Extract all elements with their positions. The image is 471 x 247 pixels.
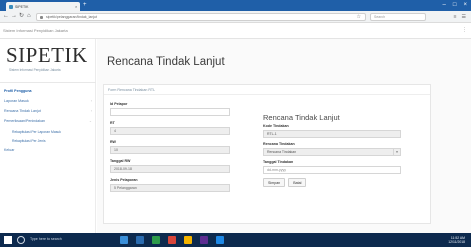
sidebar-subitem-rekap-jenis[interactable]: Rekapitulasi Per Jenis xyxy=(0,137,96,145)
clock-date: 12/11/2018 xyxy=(448,240,465,244)
favicon-icon xyxy=(9,4,13,9)
rencana-tindakan-select[interactable]: Rencana Tindakan ▾ xyxy=(263,148,401,156)
rt-input: 4 xyxy=(110,127,230,135)
field-rt: RT 4 xyxy=(110,121,230,135)
sidebar-nav: Profil Pengguna Laporan Masuk ‹ Rencana … xyxy=(0,86,96,155)
field-label: Id Pelapor xyxy=(110,102,128,106)
toolbar-icons: ≡ ☰ xyxy=(454,13,466,21)
windows-start-icon[interactable] xyxy=(4,236,12,244)
field-id-pelapor: Id Pelapor xyxy=(110,102,230,116)
library-icon[interactable]: ≡ xyxy=(454,13,457,21)
taskbar-apps xyxy=(120,236,224,244)
kode-tindakan-input: RTL-1 xyxy=(263,130,401,138)
sidebar-item-label: Profil Pengguna xyxy=(4,89,32,93)
field-tanggal-rw: Tanggal RW 2018-09-18 xyxy=(110,159,230,173)
close-window-icon[interactable]: × xyxy=(463,1,467,9)
field-label: Kode Tindakan xyxy=(263,124,289,128)
sidebar-item-label: Keluar xyxy=(4,148,15,152)
sidebar-divider xyxy=(0,82,96,83)
app-header: Sistem Informasi Penyidikan Jakarta ⋮ xyxy=(0,23,471,39)
field-label: Jenis Pelaporan xyxy=(110,178,138,182)
tanggal-tindakan-input[interactable]: dd-mm-yyyy xyxy=(263,166,401,174)
form-actions: Simpan Batal xyxy=(263,178,408,187)
sidebar-subitem-label: Rekapitulasi Per Jenis xyxy=(12,139,46,143)
taskbar-app-icon[interactable] xyxy=(136,236,144,244)
browser-tab-title: SIPETIK xyxy=(15,4,29,9)
bookmark-star-icon[interactable]: ☆ xyxy=(357,14,361,21)
sidebar-item-label: Rencana Tindak Lanjut xyxy=(4,109,41,113)
info-icon xyxy=(40,15,43,19)
taskbar-app-icon[interactable] xyxy=(152,236,160,244)
batal-button[interactable]: Batal xyxy=(288,178,307,187)
app-logo: SIPETIK Sistem Informasi Penyidikan Jaka… xyxy=(6,44,92,76)
back-icon[interactable]: ← xyxy=(3,13,9,20)
system-tray: 11:52 AM 12/11/2018 xyxy=(448,236,465,244)
field-label: RW xyxy=(110,140,116,144)
tanggal-rw-input: 2018-09-18 xyxy=(110,165,230,173)
url-text: sipetik/pelanggaran/tindak_lanjut xyxy=(46,15,97,19)
close-tab-icon[interactable]: × xyxy=(75,4,77,9)
field-label: RT xyxy=(110,121,115,125)
taskbar-app-icon[interactable] xyxy=(216,236,224,244)
sidebar-item-profil[interactable]: Profil Pengguna xyxy=(0,86,96,96)
sidebar-item-keluar[interactable]: Keluar xyxy=(0,145,96,155)
left-form-column: Id Pelapor RT 4 RW 10 Tanggal RW 2018-09… xyxy=(110,102,230,197)
chevron-down-icon: ▾ xyxy=(393,149,400,156)
new-tab-icon[interactable]: + xyxy=(83,2,87,9)
header-menu-icon[interactable]: ⋮ xyxy=(462,27,467,33)
page-title: Rencana Tindak Lanjut xyxy=(107,56,225,68)
chevron-down-icon: ⌄ xyxy=(88,119,92,123)
sidebar-item-rencana[interactable]: Rencana Tindak Lanjut ‹ xyxy=(0,106,96,116)
sidebar-subitem-label: Rekapitulasi Per Laporan Masuk xyxy=(12,129,62,134)
chevron-right-icon: ‹ xyxy=(90,109,92,113)
taskbar-app-icon[interactable] xyxy=(168,236,176,244)
taskbar-search[interactable]: Type here to search xyxy=(30,237,62,241)
simpan-button[interactable]: Simpan xyxy=(263,178,286,187)
window-controls: – □ × xyxy=(443,1,467,9)
sidebar-item-laporan[interactable]: Laporan Masuk ‹ xyxy=(0,96,96,106)
menu-icon[interactable]: ☰ xyxy=(462,13,466,21)
jenis-pelaporan-input: 5 Pelanggaran xyxy=(110,184,230,192)
taskbar-app-icon[interactable] xyxy=(200,236,208,244)
id-pelapor-input[interactable] xyxy=(110,108,230,116)
taskbar-app-icon[interactable] xyxy=(120,236,128,244)
browser-search-input[interactable]: Search xyxy=(370,13,426,21)
cortana-icon[interactable] xyxy=(17,236,25,244)
sidebar-subitem-rekap-laporan[interactable]: Rekapitulasi Per Laporan Masuk xyxy=(0,126,96,137)
sidebar-item-label: Laporan Masuk xyxy=(4,99,29,103)
browser-nav-bar: ← → ↻ ⌂ sipetik/pelanggaran/tindak_lanju… xyxy=(0,11,471,23)
sidebar-item-label: Pemeriksaan/Penindakan xyxy=(4,119,45,123)
home-icon[interactable]: ⌂ xyxy=(27,13,31,20)
right-form-column: Rencana Tindak Lanjut Kode Tindakan RTL-… xyxy=(263,113,408,187)
logo-word: SIPETIK xyxy=(6,43,88,67)
section-title: Rencana Tindak Lanjut xyxy=(263,113,340,122)
sidebar-item-pemeriksaan[interactable]: Pemeriksaan/Penindakan ⌄ xyxy=(0,116,96,126)
field-kode-tindakan: Kode Tindakan RTL-1 xyxy=(263,124,408,138)
maximize-icon[interactable]: □ xyxy=(453,1,457,9)
chevron-right-icon: ‹ xyxy=(90,99,92,103)
field-rw: RW 10 xyxy=(110,140,230,154)
logo-subtitle: Sistem Informasi Penyidikan Jakarta xyxy=(9,68,61,72)
field-label: Tanggal Tindakan xyxy=(263,160,294,164)
taskbar: Type here to search 11:52 AM 12/11/2018 xyxy=(0,233,471,247)
rw-input: 10 xyxy=(110,146,230,154)
system-name: Sistem Informasi Penyidikan Jakarta xyxy=(3,28,68,33)
minimize-icon[interactable]: – xyxy=(443,1,446,9)
sidebar: SIPETIK Sistem Informasi Penyidikan Jaka… xyxy=(0,39,96,233)
field-label: Rencana Tindakan xyxy=(263,142,295,146)
field-rencana-tindakan: Rencana Tindakan Rencana Tindakan ▾ xyxy=(263,142,408,156)
taskbar-app-icon[interactable] xyxy=(184,236,192,244)
select-value: Rencana Tindakan xyxy=(267,150,297,154)
browser-tab-bar: SIPETIK × + – □ × xyxy=(0,0,471,11)
field-tanggal-tindakan: Tanggal Tindakan dd-mm-yyyy xyxy=(263,160,408,174)
browser-tab[interactable]: SIPETIK × xyxy=(6,2,80,11)
field-label: Tanggal RW xyxy=(110,159,131,163)
main-content: Rencana Tindak Lanjut Form Rencana Tinda… xyxy=(97,39,471,233)
field-jenis-pelaporan: Jenis Pelaporan 5 Pelanggaran xyxy=(110,178,230,192)
reload-icon[interactable]: ↻ xyxy=(19,13,24,20)
address-bar[interactable]: sipetik/pelanggaran/tindak_lanjut ☆ xyxy=(36,13,366,21)
forward-icon[interactable]: → xyxy=(11,13,17,20)
panel-header: Form Rencana Tindakan RTL xyxy=(104,85,430,95)
form-panel: Form Rencana Tindakan RTL Id Pelapor RT … xyxy=(103,84,431,224)
